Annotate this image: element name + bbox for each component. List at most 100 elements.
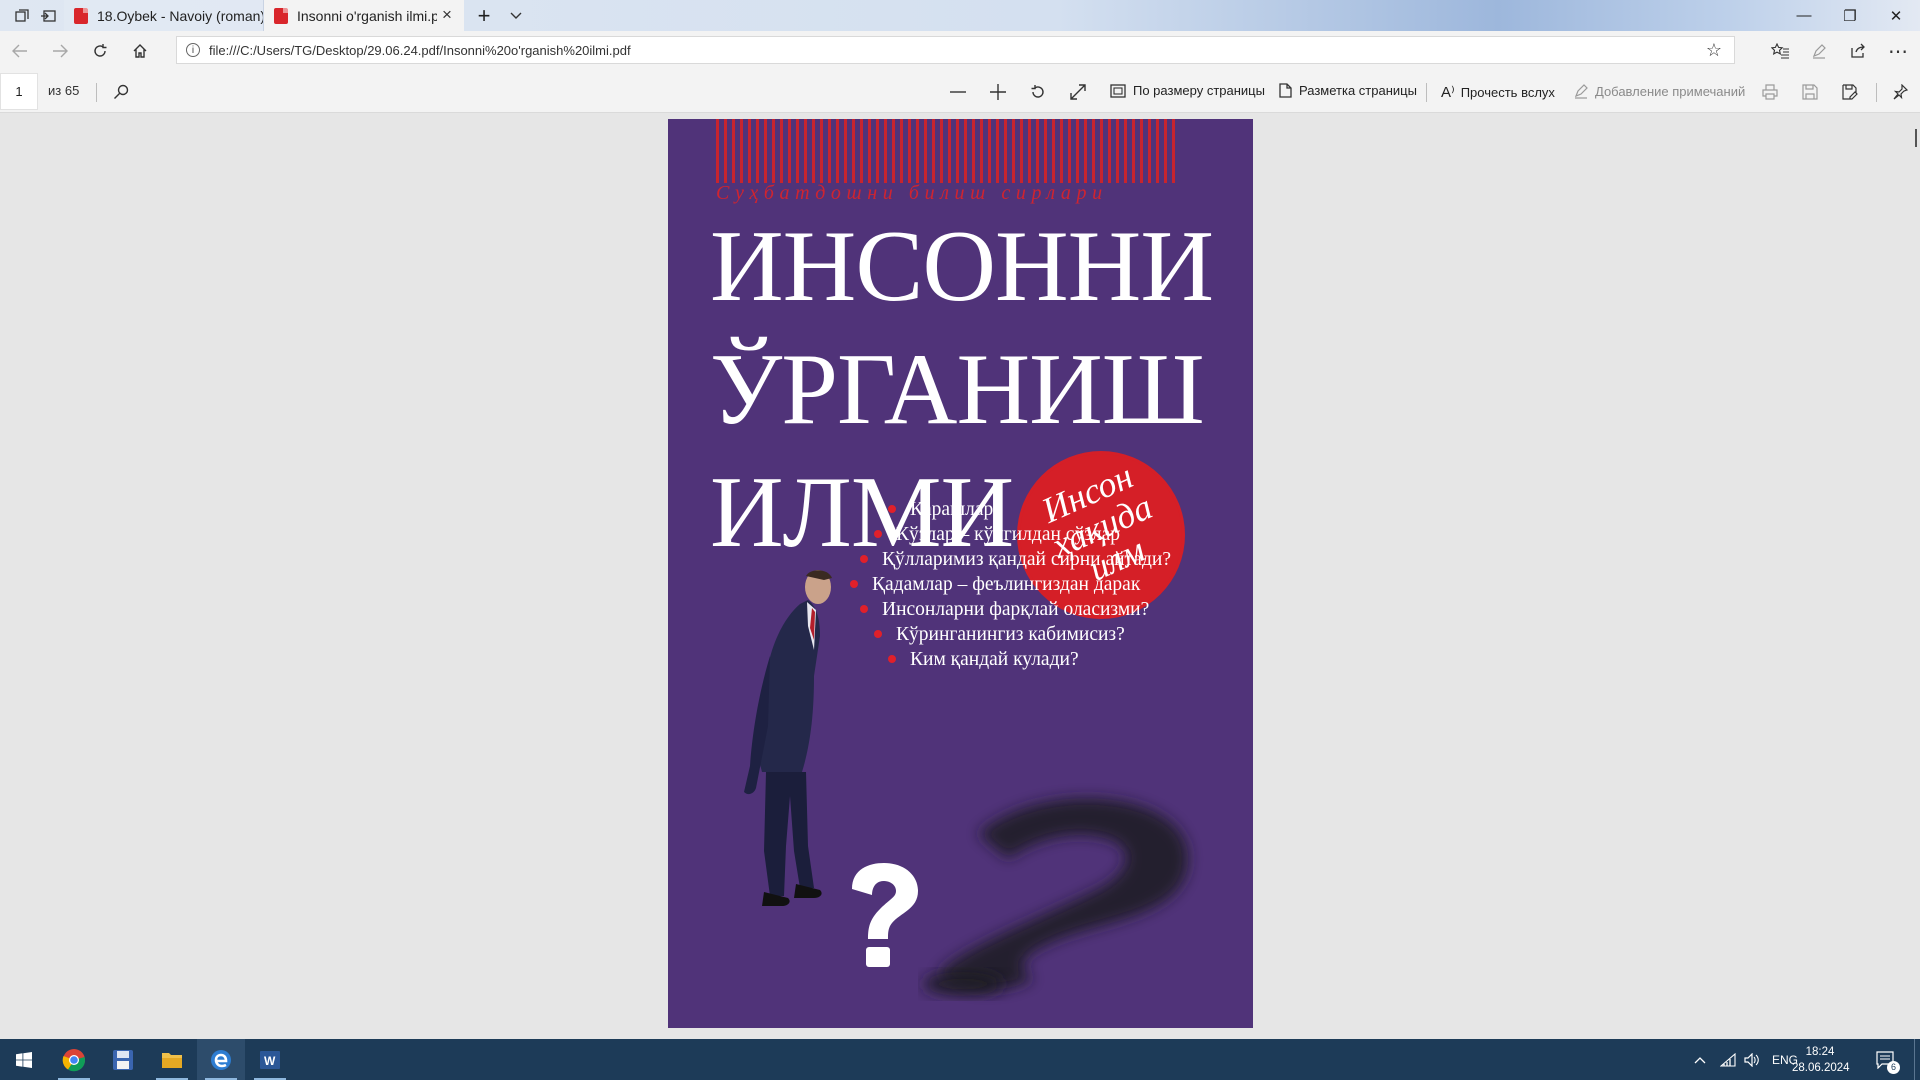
zoom-out-button[interactable] bbox=[946, 80, 970, 104]
start-button[interactable] bbox=[0, 1039, 48, 1080]
bullet-item: Қадамлар – феълингиздан дарак bbox=[850, 574, 1140, 596]
edge-app[interactable] bbox=[197, 1039, 245, 1080]
pdf-toolbar: 1 из 65 По размеру страницы Разметка стр… bbox=[0, 71, 1920, 113]
rotate-icon bbox=[1031, 85, 1044, 98]
search-button[interactable] bbox=[109, 80, 133, 104]
minus-icon bbox=[950, 91, 966, 93]
man-in-suit-illustration bbox=[744, 570, 832, 906]
chrome-icon bbox=[62, 1048, 86, 1071]
fit-page-icon bbox=[1110, 83, 1126, 98]
navigation-bar: i file:///C:/Users/TG/Desktop/29.06.24.p… bbox=[0, 31, 1920, 71]
title-line-2: ЎРГАНИШ bbox=[710, 333, 1205, 446]
fit-page-button[interactable]: По размеру страницы bbox=[1110, 83, 1265, 98]
floppy-icon bbox=[113, 1049, 133, 1070]
clock-date: 28.06.2024 bbox=[1792, 1062, 1850, 1074]
pen-icon bbox=[1812, 44, 1826, 59]
pdf-viewer[interactable]: Суҳбатдошни билиш сирлари ИНСОННИ ЎРГАНИ… bbox=[0, 113, 1920, 1039]
question-mark-shadow bbox=[923, 798, 1189, 996]
tab-strip: 18.Oybek - Navoiy (roman) Insonni o'rgan… bbox=[0, 0, 1920, 31]
action-center-button[interactable]: 6 bbox=[1876, 1039, 1900, 1080]
pin-icon bbox=[1893, 84, 1908, 100]
series-title: Суҳбатдошни билиш сирлари bbox=[716, 182, 1108, 204]
tab-navoiy[interactable]: 18.Oybek - Navoiy (roman) bbox=[64, 0, 264, 31]
page-layout-icon bbox=[1279, 83, 1292, 98]
restore-button[interactable]: ❐ bbox=[1827, 0, 1873, 31]
plus-icon bbox=[990, 84, 1006, 100]
info-icon[interactable]: i bbox=[186, 43, 200, 57]
forward-arrow-icon bbox=[53, 44, 68, 58]
chevron-up-icon bbox=[1694, 1056, 1706, 1063]
volume-icon[interactable] bbox=[1744, 1039, 1760, 1080]
windows-start-icon bbox=[16, 1051, 32, 1068]
address-bar[interactable]: i file:///C:/Users/TG/Desktop/29.06.24.p… bbox=[176, 36, 1735, 64]
url-text: file:///C:/Users/TG/Desktop/29.06.24.pdf… bbox=[209, 42, 631, 58]
svg-text:W: W bbox=[264, 1054, 276, 1068]
word-icon: W bbox=[260, 1050, 280, 1069]
fullscreen-button[interactable] bbox=[1066, 80, 1090, 104]
word-app[interactable]: W bbox=[246, 1039, 294, 1080]
clock[interactable]: 18:24 28.06.2024 bbox=[1792, 1044, 1850, 1076]
home-button[interactable] bbox=[124, 35, 156, 67]
read-aloud-icon: A⁾ bbox=[1441, 84, 1455, 101]
bullet-item: Кўзлар – кўнгилдан сўзлар bbox=[874, 524, 1120, 546]
zoom-in-button[interactable] bbox=[986, 80, 1010, 104]
home-icon bbox=[133, 44, 147, 58]
taskbar: W ENG 18:24 28.06.2024 6 bbox=[0, 1039, 1920, 1080]
tab-title: Insonni o'rganish ilmi.pdf bbox=[297, 7, 437, 24]
save-as-icon bbox=[1842, 84, 1858, 100]
read-aloud-button[interactable]: A⁾ Прочесть вслух bbox=[1441, 83, 1555, 101]
refresh-button[interactable] bbox=[84, 35, 116, 67]
save-button[interactable] bbox=[1798, 80, 1822, 104]
share-icon bbox=[1851, 43, 1865, 58]
notification-count: 6 bbox=[1887, 1061, 1900, 1074]
favorite-star-icon[interactable]: ☆ bbox=[1706, 40, 1722, 61]
tab-insonni[interactable]: Insonni o'rganish ilmi.pdf × bbox=[264, 0, 464, 31]
read-aloud-label: Прочесть вслух bbox=[1460, 84, 1555, 100]
back-arrow-icon bbox=[12, 44, 27, 58]
more-menu-button[interactable]: ⋯ bbox=[1882, 35, 1914, 67]
bullet-item: Кўринганингиз кабимисиз? bbox=[874, 624, 1125, 646]
network-icon[interactable] bbox=[1720, 1039, 1736, 1080]
forward-button[interactable] bbox=[44, 35, 76, 67]
close-window-button[interactable]: ✕ bbox=[1873, 0, 1919, 31]
share-button[interactable] bbox=[1842, 35, 1874, 67]
bullet-item: Ким қандай кулади? bbox=[888, 649, 1079, 671]
pdf-icon bbox=[274, 7, 288, 24]
book-cover: Суҳбатдошни билиш сирлари ИНСОННИ ЎРГАНИ… bbox=[668, 119, 1253, 1028]
page-total: из 65 bbox=[48, 83, 80, 98]
favorites-list-icon bbox=[1771, 43, 1789, 59]
web-notes-button[interactable] bbox=[1803, 35, 1835, 67]
page-number-input[interactable]: 1 bbox=[0, 73, 38, 110]
edge-icon bbox=[211, 1049, 231, 1070]
show-desktop-button[interactable] bbox=[1914, 1039, 1920, 1080]
refresh-icon bbox=[94, 44, 107, 57]
bullet-item: Инсонларни фарқлай оласизми? bbox=[860, 599, 1149, 621]
bullet-item: Қўлларимиз қандай сирни айтади? bbox=[860, 549, 1171, 571]
save-app[interactable] bbox=[99, 1039, 147, 1080]
save-as-button[interactable] bbox=[1838, 80, 1862, 104]
add-notes-label: Добавление примечаний bbox=[1595, 83, 1746, 99]
close-tab-icon[interactable]: × bbox=[438, 6, 456, 24]
favorites-hub-button[interactable] bbox=[1764, 35, 1796, 67]
print-button[interactable] bbox=[1758, 80, 1782, 104]
barcode-stripes bbox=[716, 119, 1175, 183]
show-hidden-icons[interactable] bbox=[1694, 1039, 1706, 1080]
question-mark bbox=[852, 863, 918, 967]
back-button[interactable] bbox=[4, 35, 36, 67]
file-explorer-app[interactable] bbox=[148, 1039, 196, 1080]
clock-time: 18:24 bbox=[1805, 1046, 1835, 1058]
minimize-button[interactable]: — bbox=[1781, 0, 1827, 31]
fit-page-label: По размеру страницы bbox=[1133, 83, 1265, 98]
add-notes-button[interactable]: Добавление примечаний bbox=[1573, 83, 1745, 99]
pin-toolbar-button[interactable] bbox=[1888, 80, 1912, 104]
rotate-button[interactable] bbox=[1026, 80, 1050, 104]
pdf-icon bbox=[74, 7, 88, 24]
expand-icon bbox=[1070, 84, 1086, 100]
chrome-app[interactable] bbox=[50, 1039, 98, 1080]
scrollbar-thumb[interactable] bbox=[1915, 129, 1917, 147]
tab-list-button[interactable] bbox=[494, 0, 538, 31]
folder-icon bbox=[162, 1052, 182, 1068]
page-layout-button[interactable]: Разметка страницы bbox=[1279, 83, 1417, 98]
save-icon bbox=[1802, 84, 1818, 100]
title-line-1: ИНСОННИ bbox=[710, 210, 1214, 323]
